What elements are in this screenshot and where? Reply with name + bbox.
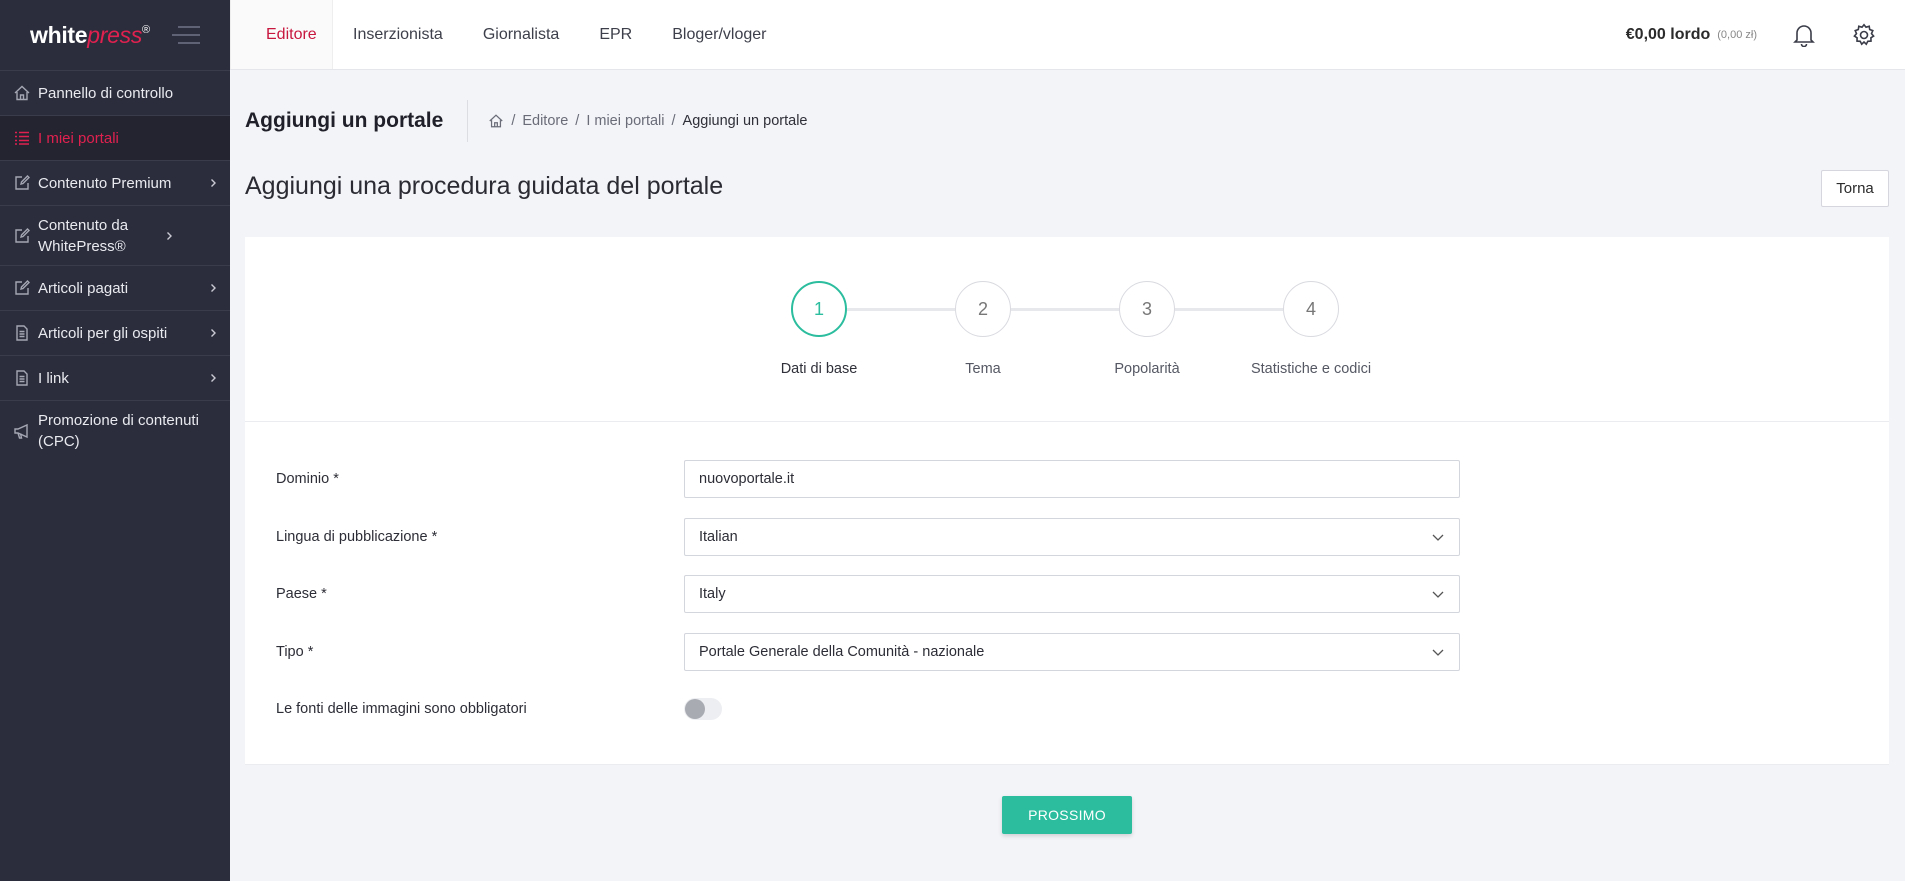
chevron-right-icon [167, 231, 172, 240]
tab-publisher[interactable]: Editore [230, 0, 333, 69]
sidebar-item-paid-articles[interactable]: Articoli pagati [0, 265, 230, 310]
logo-mark: ® [142, 23, 150, 36]
step-connector [1175, 308, 1283, 311]
language-value: Italian [699, 529, 738, 545]
chevron-down-icon [1432, 591, 1444, 598]
sidebar-item-label: I miei portali [38, 129, 119, 147]
country-value: Italy [699, 586, 726, 602]
breadcrumb-separator: / [671, 113, 676, 129]
megaphone-icon [12, 421, 32, 441]
breadcrumb-item[interactable]: Editore [522, 113, 568, 129]
edit-icon [12, 278, 32, 298]
type-label: Tipo * [276, 644, 314, 660]
sidebar-item-my-portals[interactable]: I miei portali [0, 115, 230, 160]
sidebar-item-premium-content[interactable]: Contenuto Premium [0, 160, 230, 205]
step-3-circle: 3 [1119, 281, 1175, 337]
edit-icon [12, 226, 32, 246]
step-2-circle: 2 [955, 281, 1011, 337]
sidebar-item-dashboard[interactable]: Pannello di controllo [0, 70, 230, 115]
image-sources-row: Le fonti delle immagini sono obbligatori [276, 698, 722, 720]
sidebar-item-label: I link [38, 369, 69, 387]
next-button[interactable]: PROSSIMO [1002, 796, 1132, 834]
tab-journalist[interactable]: Giornalista [463, 0, 579, 69]
sidebar-item-cpc-promotion[interactable]: Promozione di contenuti (CPC) [0, 400, 230, 460]
role-tabs: Editore Inserzionista Giornalista EPR Bl… [230, 0, 787, 69]
sidebar-item-label: Articoli pagati [38, 279, 129, 297]
language-row: Lingua di pubblicazione * Italian [276, 518, 1460, 556]
chevron-right-icon [211, 374, 216, 382]
logo-press: press [87, 21, 143, 48]
menu-toggle-icon[interactable] [170, 26, 200, 44]
breadcrumb-current: Aggiungi un portale [682, 113, 808, 129]
sidebar-item-label: Promozione di contenuti (CPC) [38, 411, 199, 450]
bell-icon[interactable] [1791, 22, 1817, 48]
sidebar-item-guest-articles[interactable]: Articoli per gli ospiti [0, 310, 230, 355]
breadcrumb-item[interactable]: I miei portali [586, 113, 664, 129]
domain-row: Dominio * [276, 460, 1460, 498]
step-4-label: Statistiche e codici [1250, 361, 1372, 377]
back-button[interactable]: Torna [1821, 170, 1889, 207]
logo-white: white [30, 21, 88, 48]
image-sources-toggle[interactable] [684, 698, 722, 720]
list-icon [12, 128, 32, 148]
chevron-right-icon [211, 179, 216, 187]
type-row: Tipo * Portale Generale della Comunità -… [276, 633, 1460, 671]
country-label: Paese * [276, 586, 327, 602]
country-select[interactable]: Italy [684, 575, 1460, 613]
toggle-knob [685, 699, 705, 719]
breadcrumb: / Editore / I miei portali / Aggiungi un… [468, 113, 808, 129]
wizard-title: Aggiungi una procedura guidata del porta… [245, 172, 724, 200]
chevron-down-icon [1432, 534, 1444, 541]
form-area: Dominio * Lingua di pubblicazione * Ital… [245, 423, 1889, 720]
logo[interactable]: whitepress® [30, 22, 150, 49]
domain-label: Dominio * [276, 471, 339, 487]
document-icon [12, 368, 32, 388]
tab-advertiser[interactable]: Inserzionista [333, 0, 463, 69]
sidebar-item-whitepress-content[interactable]: Contenuto da WhitePress® [0, 205, 230, 265]
breadcrumb-separator: / [511, 113, 516, 129]
sidebar-item-label: Pannello di controllo [38, 84, 174, 102]
top-bar: Editore Inserzionista Giornalista EPR Bl… [230, 0, 1905, 70]
domain-input[interactable] [699, 471, 1445, 487]
sidebar-item-label: Contenuto Premium [38, 174, 172, 192]
top-right-area: €0,00 lordo (0,00 zł) [1626, 22, 1905, 48]
document-icon [12, 323, 32, 343]
language-select[interactable]: Italian [684, 518, 1460, 556]
home-icon [12, 83, 32, 103]
step-1-circle: 1 [791, 281, 847, 337]
sidebar-item-links[interactable]: I link [0, 355, 230, 400]
chevron-right-icon [211, 329, 216, 337]
wizard-steps: 1 2 3 4 Dati di base Tema Popolarità Sta… [245, 237, 1889, 422]
page-title: Aggiungi un portale [245, 100, 469, 142]
wizard-footer: PROSSIMO [245, 764, 1889, 862]
breadcrumb-separator: / [575, 113, 580, 129]
sidebar-item-label: Contenuto da WhitePress® [38, 216, 129, 255]
image-sources-label: Le fonti delle immagini sono obbligatori [276, 701, 527, 717]
breadcrumb-home-icon[interactable] [488, 113, 504, 129]
page-header: Aggiungi un portale / Editore / I miei p… [245, 100, 808, 142]
edit-icon [12, 173, 32, 193]
country-row: Paese * Italy [276, 575, 1460, 613]
gear-icon[interactable] [1851, 22, 1877, 48]
step-connector [1011, 308, 1119, 311]
chevron-right-icon [211, 284, 216, 292]
sidebar-item-label: Articoli per gli ospiti [38, 324, 168, 342]
step-4-circle: 4 [1283, 281, 1339, 337]
balance[interactable]: €0,00 lordo [1626, 26, 1710, 44]
wizard-card: 1 2 3 4 Dati di base Tema Popolarità Sta… [245, 237, 1889, 862]
domain-field-wrapper [684, 460, 1460, 498]
logo-bar: whitepress® [0, 0, 230, 70]
sidebar: whitepress® Pannello di controllo I miei… [0, 0, 230, 881]
tab-blogger[interactable]: Bloger/vloger [652, 0, 786, 69]
balance-sub: (0,00 zł) [1717, 28, 1757, 41]
language-label: Lingua di pubblicazione * [276, 529, 438, 545]
step-connector [847, 308, 955, 311]
tab-epr[interactable]: EPR [579, 0, 652, 69]
chevron-down-icon [1432, 649, 1444, 656]
type-value: Portale Generale della Comunità - nazion… [699, 644, 985, 660]
type-select[interactable]: Portale Generale della Comunità - nazion… [684, 633, 1460, 671]
